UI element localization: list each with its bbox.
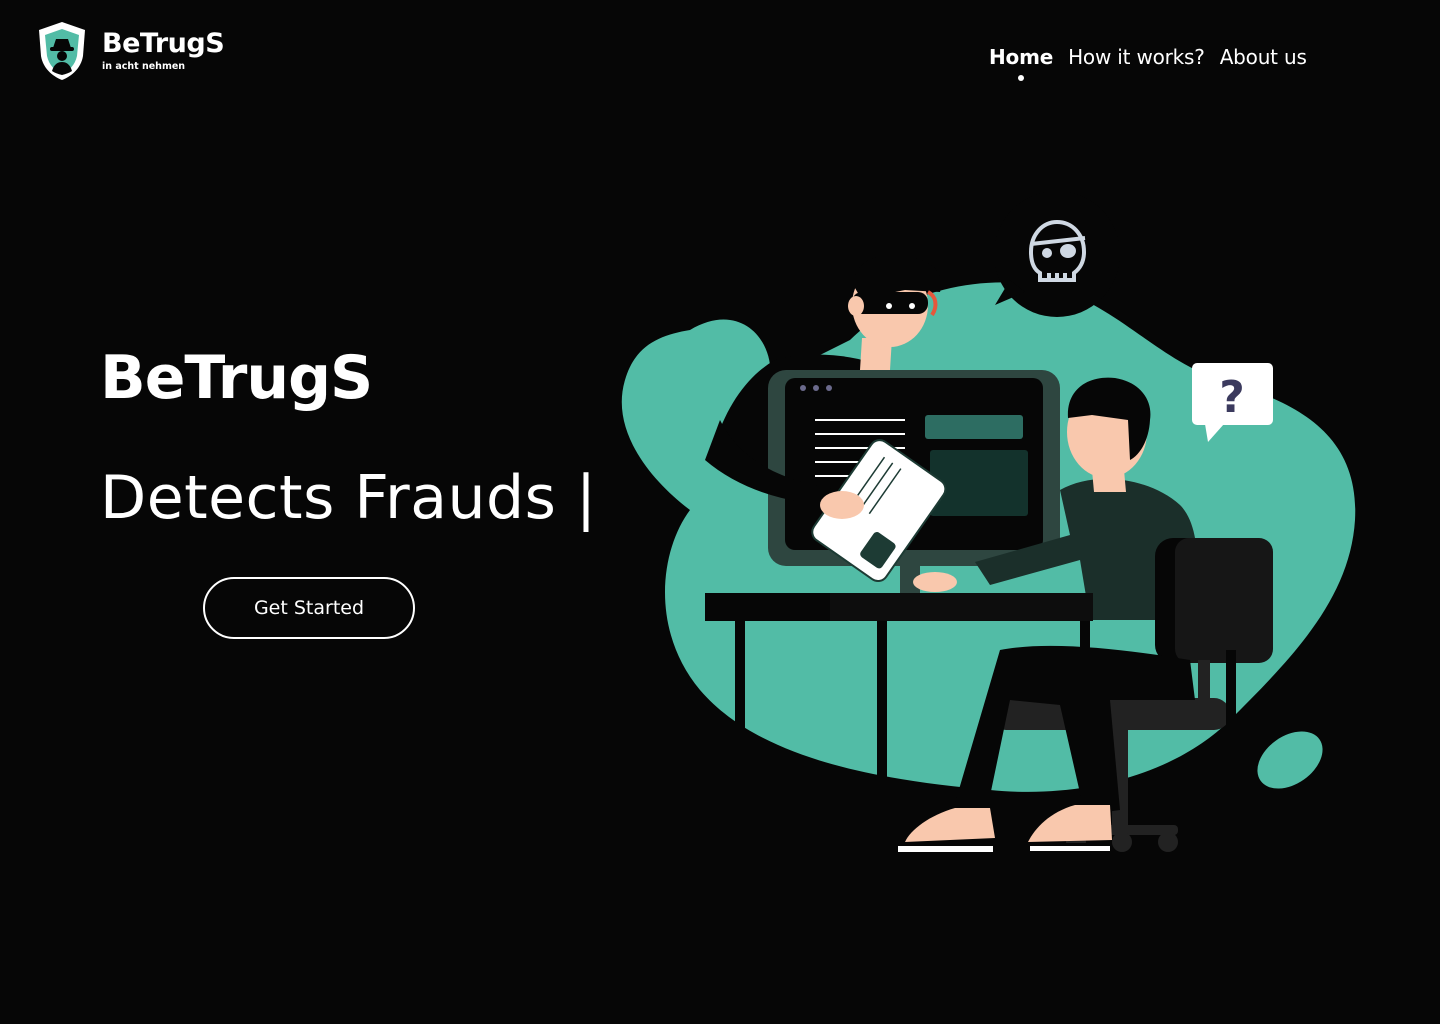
nav-item-how-it-works[interactable]: How it works? [1068,44,1205,70]
logo[interactable]: BeTrugS in acht nehmen [36,20,225,82]
nav-item-about-us[interactable]: About us [1220,44,1307,70]
hero-subtitle: Detects Frauds | [100,463,597,533]
fraud-illustration: ? [621,191,1356,853]
shield-spy-icon [39,22,85,80]
brand-name: BeTrugS [102,28,225,59]
nav-item-home[interactable]: Home [989,44,1053,81]
get-started-button[interactable]: Get Started [203,577,415,639]
hero-title: BeTrugS [100,343,373,413]
question-mark-icon: ? [1219,372,1245,423]
main-nav: Home How it works? About us [989,44,1307,81]
small-blob [1257,731,1323,789]
brand-tagline: in acht nehmen [102,61,186,72]
skull-bubble [994,191,1120,317]
